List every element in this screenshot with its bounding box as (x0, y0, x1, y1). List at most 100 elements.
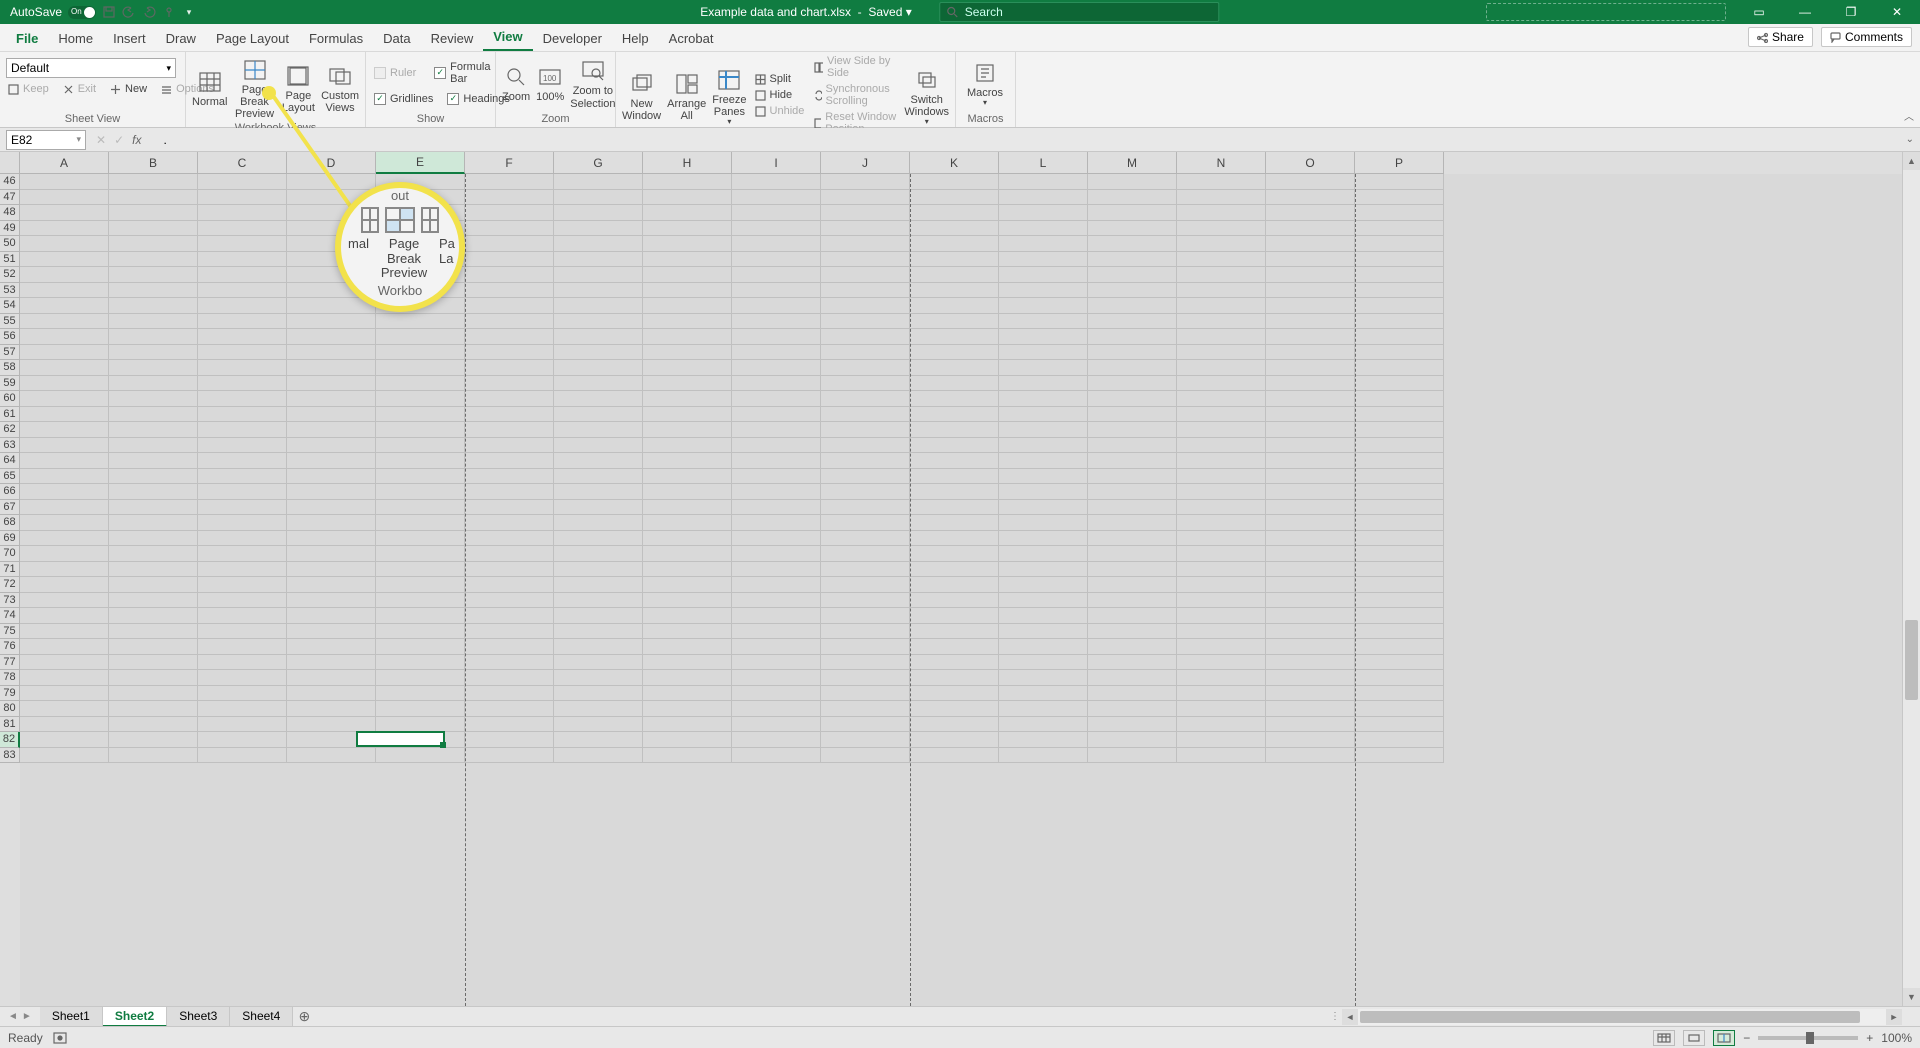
new-view-button[interactable]: New (108, 82, 149, 96)
column-header[interactable]: N (1177, 152, 1266, 174)
column-header[interactable]: H (643, 152, 732, 174)
tab-file[interactable]: File (6, 26, 48, 51)
row-header[interactable]: 52 (0, 267, 20, 283)
row-header[interactable]: 59 (0, 376, 20, 392)
sheet-tab[interactable]: Sheet1 (40, 1007, 103, 1027)
row-header[interactable]: 72 (0, 577, 20, 593)
comments-button[interactable]: Comments (1821, 27, 1912, 47)
column-header[interactable]: L (999, 152, 1088, 174)
zoom-to-selection-button[interactable]: Zoom to Selection (570, 55, 615, 109)
switch-windows-button[interactable]: Switch Windows▾ (904, 64, 949, 127)
minimize-button[interactable]: — (1782, 0, 1828, 24)
split-button[interactable]: Split (753, 72, 807, 86)
column-header[interactable]: K (910, 152, 999, 174)
autosave-toggle[interactable]: On (68, 6, 96, 19)
normal-view-button[interactable]: Normal (192, 66, 227, 108)
scroll-down-button[interactable]: ▼ (1903, 988, 1920, 1006)
scroll-right-button[interactable]: ► (1886, 1009, 1902, 1025)
sheet-tab[interactable]: Sheet2 (103, 1007, 167, 1027)
sheet-tab[interactable]: Sheet4 (230, 1007, 293, 1027)
row-header[interactable]: 76 (0, 639, 20, 655)
hscroll-thumb[interactable] (1360, 1011, 1860, 1023)
vertical-scrollbar[interactable]: ▲ ▼ (1902, 152, 1920, 1006)
freeze-panes-button[interactable]: Freeze Panes▾ (712, 64, 746, 127)
sheet-tab[interactable]: Sheet3 (167, 1007, 230, 1027)
normal-view-statusbtn[interactable] (1653, 1030, 1675, 1046)
vscroll-thumb[interactable] (1905, 620, 1918, 700)
search-box[interactable]: Search (940, 2, 1220, 22)
row-header[interactable]: 60 (0, 391, 20, 407)
account-area[interactable] (1486, 3, 1726, 21)
zoom-out-button[interactable]: − (1743, 1031, 1750, 1045)
row-header[interactable]: 58 (0, 360, 20, 376)
row-header[interactable]: 61 (0, 407, 20, 423)
horizontal-scrollbar[interactable]: ◄ ► (1342, 1009, 1902, 1025)
row-header[interactable]: 51 (0, 252, 20, 268)
page-break-statusbtn[interactable] (1713, 1030, 1735, 1046)
row-header[interactable]: 48 (0, 205, 20, 221)
collapse-ribbon-button[interactable]: ︿ (1904, 108, 1914, 123)
row-header[interactable]: 80 (0, 701, 20, 717)
ribbon-display-button[interactable]: ▭ (1736, 0, 1782, 24)
tab-draw[interactable]: Draw (156, 26, 206, 51)
row-header[interactable]: 75 (0, 624, 20, 640)
column-header[interactable]: P (1355, 152, 1444, 174)
zoom-in-button[interactable]: + (1866, 1031, 1873, 1045)
row-header[interactable]: 82 (0, 732, 20, 748)
column-header[interactable]: A (20, 152, 109, 174)
tab-acrobat[interactable]: Acrobat (659, 26, 724, 51)
worksheet-grid[interactable]: ABCDEFGHIJKLMNOP 46474849505152535455565… (0, 152, 1920, 1006)
zoom-button[interactable]: Zoom (502, 61, 530, 103)
sheet-nav-next[interactable]: ► (22, 1011, 32, 1022)
close-button[interactable]: ✕ (1874, 0, 1920, 24)
column-header[interactable]: I (732, 152, 821, 174)
row-header[interactable]: 50 (0, 236, 20, 252)
row-header[interactable]: 78 (0, 670, 20, 686)
column-header[interactable]: D (287, 152, 376, 174)
macros-button[interactable]: Macros▾ (962, 57, 1008, 108)
column-header[interactable]: E (376, 152, 465, 174)
tab-insert[interactable]: Insert (103, 26, 156, 51)
tab-home[interactable]: Home (48, 26, 103, 51)
hscroll-splitter[interactable]: ⋮ (1330, 1011, 1340, 1022)
row-header[interactable]: 46 (0, 174, 20, 190)
sheet-view-dropdown[interactable]: Default▾ (6, 58, 176, 78)
touch-mode-icon[interactable] (162, 5, 176, 19)
add-sheet-button[interactable]: ⊕ (293, 1008, 315, 1025)
row-header[interactable]: 56 (0, 329, 20, 345)
row-header[interactable]: 66 (0, 484, 20, 500)
column-header[interactable]: B (109, 152, 198, 174)
row-header[interactable]: 57 (0, 345, 20, 361)
save-icon[interactable] (102, 5, 116, 19)
row-header[interactable]: 79 (0, 686, 20, 702)
column-header[interactable]: J (821, 152, 910, 174)
macro-record-icon[interactable] (53, 1032, 67, 1044)
row-header[interactable]: 74 (0, 608, 20, 624)
scroll-up-button[interactable]: ▲ (1903, 152, 1920, 170)
new-window-button[interactable]: New Window (622, 68, 661, 122)
arrange-all-button[interactable]: Arrange All (667, 68, 706, 122)
row-header[interactable]: 69 (0, 531, 20, 547)
redo-icon[interactable] (142, 5, 156, 19)
row-header[interactable]: 83 (0, 748, 20, 764)
gridlines-checkbox[interactable]: Gridlines (372, 92, 435, 106)
cells-area[interactable] (20, 174, 1902, 1006)
page-layout-statusbtn[interactable] (1683, 1030, 1705, 1046)
tab-data[interactable]: Data (373, 26, 420, 51)
row-header[interactable]: 71 (0, 562, 20, 578)
select-all-corner[interactable] (0, 152, 20, 174)
row-header[interactable]: 67 (0, 500, 20, 516)
row-header[interactable]: 49 (0, 221, 20, 237)
formula-input[interactable] (157, 130, 1920, 150)
scroll-left-button[interactable]: ◄ (1342, 1009, 1358, 1025)
zoom-slider-thumb[interactable] (1806, 1032, 1814, 1044)
share-button[interactable]: Share (1748, 27, 1813, 47)
row-header[interactable]: 73 (0, 593, 20, 609)
column-header[interactable]: F (465, 152, 554, 174)
name-box[interactable]: E82▾ (6, 130, 86, 150)
row-header[interactable]: 64 (0, 453, 20, 469)
sheet-nav-prev[interactable]: ◄ (8, 1011, 18, 1022)
fx-icon[interactable]: fx (132, 133, 141, 147)
column-header[interactable]: O (1266, 152, 1355, 174)
zoom-100-button[interactable]: 100100% (536, 61, 564, 103)
